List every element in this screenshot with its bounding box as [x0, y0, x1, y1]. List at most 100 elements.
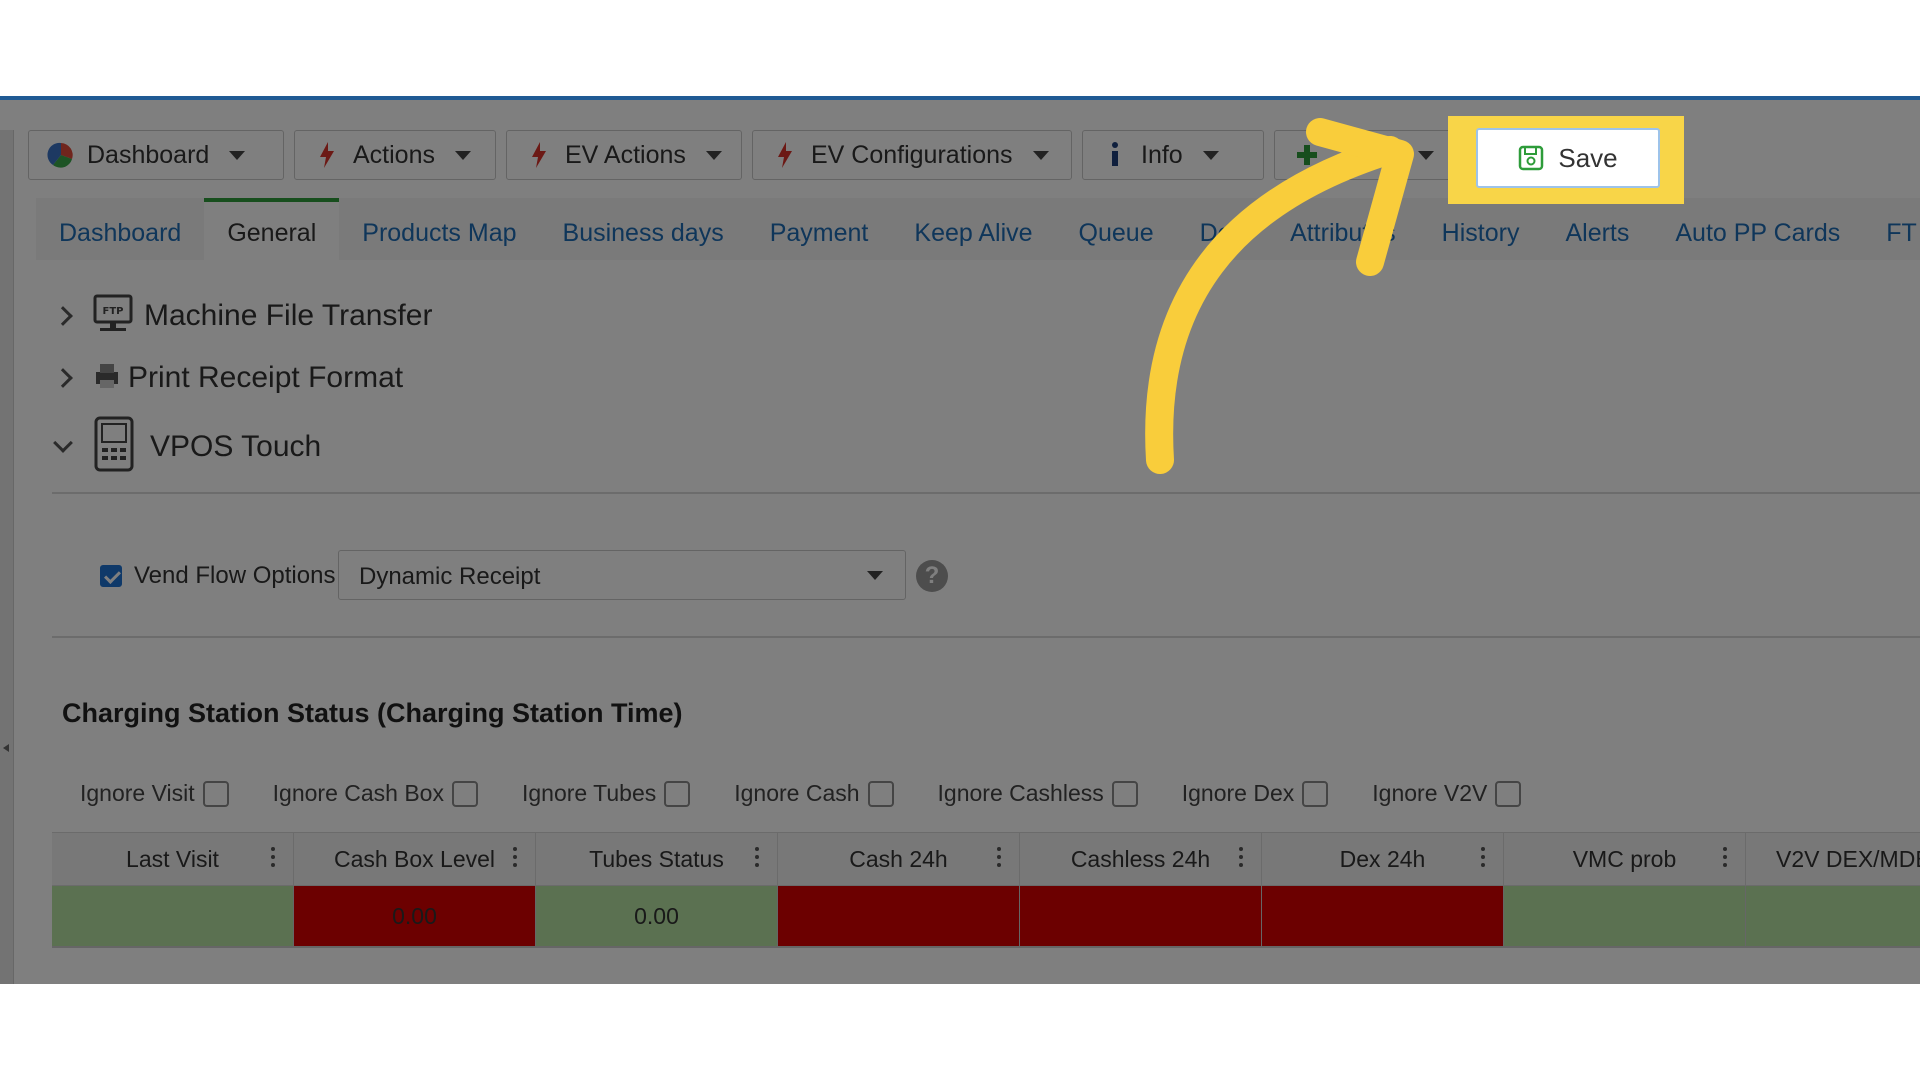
- tab-general[interactable]: General: [204, 198, 340, 260]
- actions-menu-button[interactable]: Actions: [294, 130, 496, 180]
- ignore-dex-checkbox[interactable]: [1302, 780, 1329, 807]
- column-label: Dex 24h: [1339, 845, 1426, 872]
- vend-flow-selected-value: Dynamic Receipt: [359, 563, 541, 590]
- lightning-icon: [313, 141, 341, 169]
- ignore-tubes-filter[interactable]: Ignore Tubes: [521, 780, 691, 807]
- table-row[interactable]: 0.00 0.00 0 0: [52, 886, 1920, 948]
- vend-flow-options-checkbox[interactable]: [100, 565, 122, 587]
- tab-history[interactable]: History: [1419, 198, 1543, 260]
- tab-payment[interactable]: Payment: [747, 198, 892, 260]
- create-menu-label: ate: [1363, 140, 1398, 169]
- tab-queue[interactable]: Queue: [1056, 198, 1177, 260]
- ignore-v2v-checkbox[interactable]: [1495, 780, 1522, 807]
- column-label: Cashless 24h: [1070, 845, 1211, 872]
- ignore-cash-box-filter[interactable]: Ignore Cash Box: [273, 780, 478, 807]
- tab-attributes[interactable]: Attributes: [1267, 198, 1419, 260]
- info-icon: [1101, 141, 1129, 169]
- ignore-tubes-checkbox[interactable]: [664, 780, 691, 807]
- tab-dashboard[interactable]: Dashboard: [36, 198, 204, 260]
- column-menu-icon[interactable]: [271, 847, 275, 867]
- chevron-down-icon: [454, 150, 471, 160]
- tab-keep-alive[interactable]: Keep Alive: [891, 198, 1055, 260]
- ignore-cash-box-checkbox[interactable]: [451, 780, 478, 807]
- cell-dex-24h: [1262, 886, 1504, 946]
- pie-chart-icon: [47, 141, 75, 169]
- tab-ft[interactable]: FT: [1863, 198, 1920, 260]
- ignore-v2v-filter[interactable]: Ignore V2V: [1372, 780, 1522, 807]
- ev-actions-menu-button[interactable]: EV Actions: [506, 130, 742, 180]
- screen: Dashboard Actions EV Actions EV Configur…: [0, 0, 1920, 1080]
- floppy-disk-icon: [1518, 145, 1544, 171]
- section-vpos-touch[interactable]: VPOS Touch: [53, 416, 322, 477]
- chevron-down-icon: [229, 150, 246, 160]
- column-menu-icon[interactable]: [755, 847, 759, 867]
- column-menu-icon[interactable]: [1481, 847, 1485, 867]
- vend-flow-row: Vend Flow Options: [100, 562, 335, 590]
- vend-flow-options-label: Vend Flow Options: [134, 562, 336, 589]
- ev-configurations-menu-button[interactable]: EV Configurations: [752, 130, 1072, 180]
- column-header-last-visit[interactable]: Last Visit: [52, 833, 294, 885]
- cell-last-visit: [52, 886, 294, 946]
- section-label: Machine File Transfer: [144, 298, 433, 332]
- column-header-cash-24h[interactable]: Cash 24h: [778, 833, 1020, 885]
- section-label: VPOS Touch: [150, 429, 322, 463]
- ignore-cashless-filter[interactable]: Ignore Cashless: [938, 780, 1138, 807]
- ignore-label: Ignore Dex: [1181, 780, 1295, 806]
- cell-cash-box-level: 0.00: [294, 886, 536, 946]
- ignore-filters: Ignore Visit Ignore Cash Box Ignore Tube…: [80, 780, 1565, 807]
- vend-flow-options-select[interactable]: Dynamic Receipt: [338, 550, 906, 600]
- ignore-label: Ignore Tubes: [521, 780, 657, 806]
- ignore-cashless-checkbox[interactable]: [1111, 780, 1138, 807]
- printer-icon: [92, 360, 122, 395]
- column-label: Cash Box Level: [333, 845, 496, 872]
- chevron-down-icon: [1417, 150, 1434, 160]
- column-menu-icon[interactable]: [513, 847, 517, 867]
- column-menu-icon[interactable]: [1723, 847, 1727, 867]
- create-menu-button[interactable]: ate: [1274, 130, 1454, 180]
- svg-text:FTP: FTP: [103, 306, 124, 317]
- chevron-down-icon: [1202, 150, 1219, 160]
- info-menu-button[interactable]: Info: [1082, 130, 1264, 180]
- charging-station-status-title: Charging Station Status (Charging Statio…: [62, 698, 683, 728]
- tab-auto-pp-cards[interactable]: Auto PP Cards: [1652, 198, 1863, 260]
- column-label: Last Visit: [126, 845, 219, 872]
- ignore-visit-checkbox[interactable]: [202, 780, 229, 807]
- ev-actions-menu-label: EV Actions: [565, 140, 686, 169]
- toolbar: Dashboard Actions EV Actions EV Configur…: [28, 130, 1454, 180]
- ignore-label: Ignore V2V: [1372, 780, 1488, 806]
- caret-left-icon: [3, 744, 9, 752]
- column-header-dex-24h[interactable]: Dex 24h: [1262, 833, 1504, 885]
- dashboard-menu-button[interactable]: Dashboard: [28, 130, 284, 180]
- column-menu-icon[interactable]: [1239, 847, 1243, 867]
- tab-business-days[interactable]: Business days: [540, 198, 747, 260]
- section-machine-file-transfer[interactable]: FTP Machine File Transfer: [53, 292, 433, 339]
- column-header-v2v-dex-mdb[interactable]: V2V DEX/MDB: [1746, 833, 1920, 885]
- grid-header: Last Visit Cash Box Level Tubes Status C…: [52, 832, 1920, 886]
- column-menu-icon[interactable]: [997, 847, 1001, 867]
- ignore-cash-filter[interactable]: Ignore Cash: [734, 780, 894, 807]
- tab-products-map[interactable]: Products Map: [339, 198, 539, 260]
- ignore-cash-checkbox[interactable]: [867, 780, 894, 807]
- column-header-cash-box-level[interactable]: Cash Box Level: [294, 833, 536, 885]
- collapse-sidebar-handle[interactable]: [0, 130, 14, 984]
- cell-tubes-status: 0.00: [536, 886, 778, 946]
- cell-cashless-24h: [1020, 886, 1262, 946]
- column-header-vmc-prob[interactable]: VMC prob: [1504, 833, 1746, 885]
- chevron-down-icon: [867, 571, 883, 580]
- column-header-cashless-24h[interactable]: Cashless 24h: [1020, 833, 1262, 885]
- tab-alerts[interactable]: Alerts: [1542, 198, 1652, 260]
- lightning-icon: [771, 141, 799, 169]
- section-print-receipt-format[interactable]: Print Receipt Format: [53, 360, 404, 395]
- ev-configurations-menu-label: EV Configurations: [811, 140, 1013, 169]
- column-label: VMC prob: [1572, 845, 1677, 872]
- tab-dex[interactable]: Dex: [1177, 198, 1267, 260]
- save-button[interactable]: Save: [1476, 128, 1660, 188]
- section-label: Print Receipt Format: [128, 360, 404, 394]
- ignore-visit-filter[interactable]: Ignore Visit: [80, 780, 229, 807]
- divider: [52, 636, 1920, 638]
- dashboard-menu-label: Dashboard: [87, 140, 210, 169]
- column-label: Tubes Status: [589, 845, 724, 872]
- help-icon[interactable]: ?: [916, 560, 948, 592]
- column-header-tubes-status[interactable]: Tubes Status: [536, 833, 778, 885]
- ignore-dex-filter[interactable]: Ignore Dex: [1182, 780, 1329, 807]
